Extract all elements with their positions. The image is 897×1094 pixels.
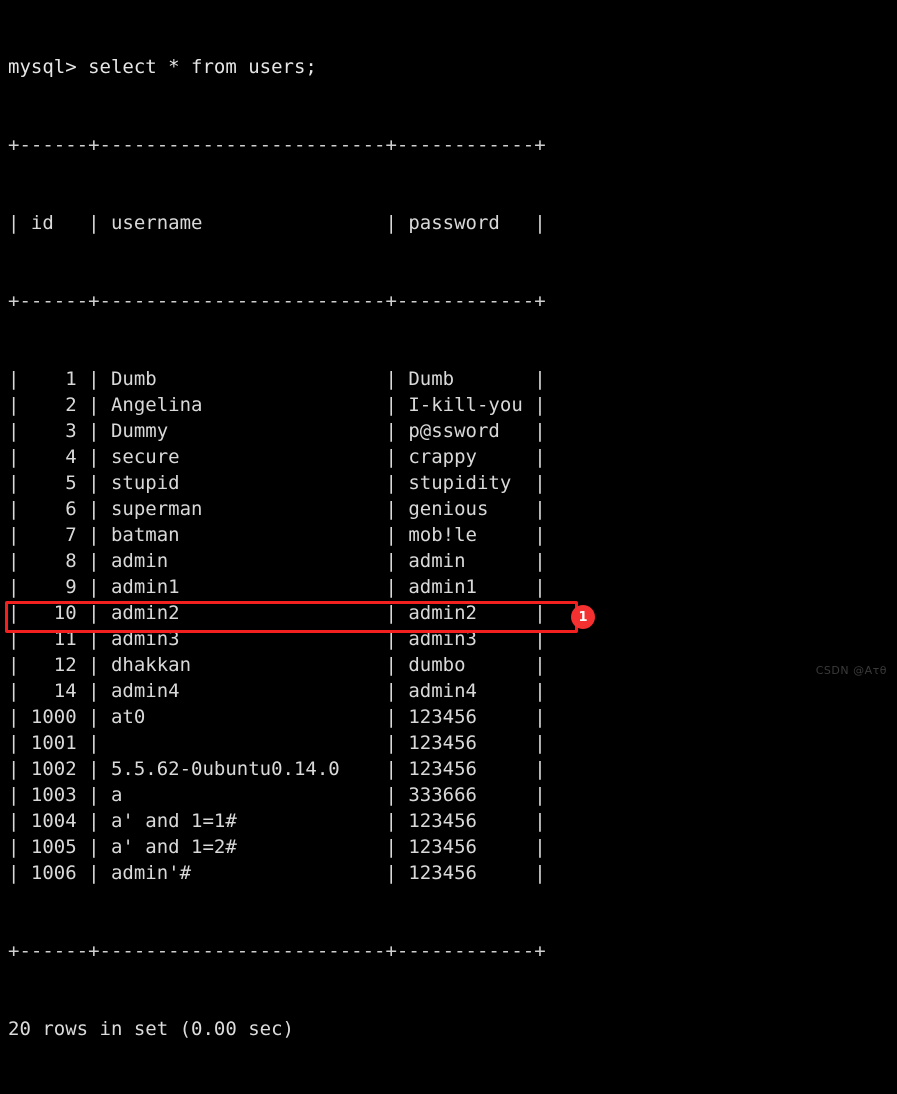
table-row: | 1006 | admin'# | 123456 | (8, 862, 546, 884)
table-row: | 9 | admin1 | admin1 | (8, 576, 546, 598)
table-row: | 11 | admin3 | admin3 | (8, 628, 546, 650)
terminal-output: mysql> select * from users; +------+----… (8, 2, 546, 1094)
table-row: | 7 | batman | mob!le | (8, 524, 546, 546)
table-header-row: | id | username | password | (8, 212, 546, 234)
result-status-line: 20 rows in set (0.00 sec) (8, 1018, 294, 1040)
table-row: | 1 | Dumb | Dumb | (8, 368, 546, 390)
table-row: | 1002 | 5.5.62-0ubuntu0.14.0 | 123456 | (8, 758, 546, 780)
table-row: | 12 | dhakkan | dumbo | (8, 654, 546, 676)
table-row: | 4 | secure | crappy | (8, 446, 546, 468)
table-row: | 1004 | a' and 1=1# | 123456 | (8, 810, 546, 832)
step-badge-1: 1 (571, 605, 595, 629)
table-body: | 1 | Dumb | Dumb | | 2 | Angelina | I-ki… (8, 366, 546, 886)
table-row: | 8 | admin | admin | (8, 550, 546, 572)
table-bottom-border: +------+-------------------------+------… (8, 940, 546, 962)
command-prompt-line: mysql> select * from users; (8, 56, 317, 78)
table-row: | 1001 | | 123456 | (8, 732, 546, 754)
table-header-border: +------+-------------------------+------… (8, 290, 546, 312)
table-row: | 1003 | a | 333666 | (8, 784, 546, 806)
table-row: | 6 | superman | genious | (8, 498, 546, 520)
table-row: | 3 | Dummy | p@ssword | (8, 420, 546, 442)
table-row: | 2 | Angelina | I-kill-you | (8, 394, 546, 416)
table-row: | 1005 | a' and 1=2# | 123456 | (8, 836, 546, 858)
table-row: | 10 | admin2 | admin2 | (8, 602, 546, 624)
table-row: | 14 | admin4 | admin4 | (8, 680, 546, 702)
table-row: | 1000 | at0 | 123456 | (8, 706, 546, 728)
watermark: CSDN @Aτθ (815, 664, 887, 677)
terminal-window: mysql> select * from users; +------+----… (0, 0, 897, 1040)
table-top-border: +------+-------------------------+------… (8, 134, 546, 156)
table-row: | 5 | stupid | stupidity | (8, 472, 546, 494)
